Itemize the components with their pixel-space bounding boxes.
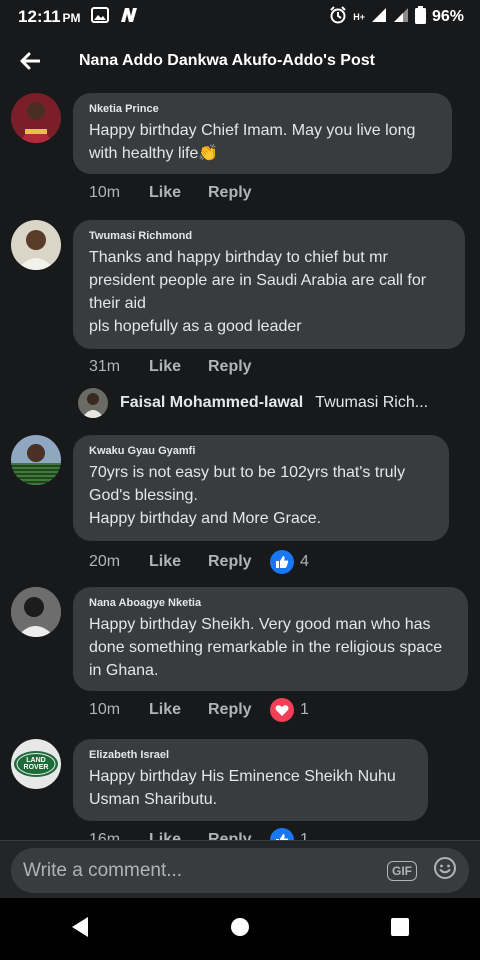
gallery-notification-icon (90, 6, 109, 28)
nav-back-button[interactable] (70, 916, 90, 943)
system-nav-bar (0, 898, 480, 960)
reply-button[interactable]: Reply (208, 831, 270, 840)
nav-recents-button[interactable] (390, 917, 410, 942)
like-button[interactable]: Like (149, 831, 208, 840)
page-title: Nana Addo Dankwa Akufo-Addo's Post (79, 52, 375, 69)
reaction-count[interactable]: 1 (270, 828, 309, 840)
like-reaction-icon (270, 828, 294, 840)
comments-list[interactable]: Nketia Prince Happy birthday Chief Imam.… (0, 88, 480, 840)
comment-author[interactable]: Elizabeth Israel (89, 749, 412, 761)
back-button[interactable] (0, 34, 60, 88)
like-button[interactable]: Like (149, 701, 208, 719)
avatar[interactable] (11, 93, 61, 143)
emoji-button[interactable] (433, 856, 457, 885)
reply-button[interactable]: Reply (208, 184, 270, 202)
comment-time: 10m (89, 184, 121, 201)
comment-actions: 10m Like Reply 1 (89, 698, 309, 722)
reply-button[interactable]: Reply (208, 358, 270, 376)
like-button[interactable]: Like (149, 553, 208, 571)
app-notification-icon (119, 7, 139, 28)
avatar[interactable] (11, 220, 61, 270)
comment-time: 16m (89, 831, 121, 840)
comment-author[interactable]: Kwaku Gyau Gyamfi (89, 445, 433, 457)
heart-reaction-icon (270, 698, 294, 722)
emoji-icon (434, 857, 456, 879)
comment-text: 70yrs is not easy but to be 102yrs that'… (89, 464, 406, 527)
signal-icon-2 (393, 7, 409, 28)
reply-author[interactable]: Faisal Mohammed-lawal (120, 394, 303, 412)
avatar[interactable] (11, 587, 61, 637)
svg-text:LAND: LAND (26, 757, 45, 764)
back-arrow-icon (20, 52, 40, 70)
app-bar: Nana Addo Dankwa Akufo-Addo's Post (0, 34, 480, 88)
like-reaction-icon (270, 550, 294, 574)
comment-author[interactable]: Nana Aboagye Nketia (89, 597, 452, 609)
reaction-count[interactable]: 1 (270, 698, 309, 722)
home-circle-icon (231, 917, 249, 936)
comment-text: Happy birthday Sheikh. Very good man who… (89, 616, 443, 679)
avatar[interactable]: LAND ROVER (11, 739, 61, 789)
avatar[interactable] (11, 435, 61, 485)
svg-text:ROVER: ROVER (24, 764, 49, 771)
comment-bubble[interactable]: Nana Aboagye Nketia Happy birthday Sheik… (73, 587, 468, 691)
comment-time: 10m (89, 701, 121, 718)
comment-actions: 31m Like Reply (89, 358, 270, 376)
reply-snippet: Twumasi Rich... (315, 394, 429, 411)
comment-actions: 10m Like Reply (89, 184, 270, 202)
gif-button[interactable]: GIF (387, 860, 417, 881)
reply-preview[interactable]: Faisal Mohammed-lawal Twumasi Rich... (78, 388, 428, 418)
comment-actions: 20m Like Reply 4 (89, 550, 309, 574)
reply-button[interactable]: Reply (208, 553, 270, 571)
comment-text: Happy birthday Chief Imam. May you live … (89, 122, 416, 162)
like-button[interactable]: Like (149, 358, 208, 376)
comment-bubble[interactable]: Kwaku Gyau Gyamfi 70yrs is not easy but … (73, 435, 449, 541)
recents-square-icon (391, 917, 409, 936)
alarm-icon (329, 5, 347, 29)
status-bar: 12:11 PM H+ 96% (0, 0, 480, 34)
comment-author[interactable]: Twumasi Richmond (89, 230, 449, 242)
comment-time: 31m (89, 358, 121, 375)
reply-avatar (78, 388, 108, 418)
comment-text: Happy birthday His Eminence Sheikh Nuhu … (89, 768, 396, 808)
network-type: H+ (353, 12, 365, 22)
comment-bubble[interactable]: Nketia Prince Happy birthday Chief Imam.… (73, 93, 452, 174)
comment-actions: 16m Like Reply 1 (89, 828, 309, 840)
status-time: 12:11 PM (18, 7, 81, 26)
battery-icon (414, 5, 426, 29)
clap-emoji: 👏 (198, 145, 219, 162)
comment-composer[interactable]: GIF (11, 848, 469, 893)
reply-button[interactable]: Reply (208, 701, 270, 719)
back-triangle-icon (72, 916, 88, 937)
comment-time: 20m (89, 553, 121, 570)
signal-icon (371, 7, 387, 28)
comment-text: Thanks and happy birthday to chief but m… (89, 249, 427, 335)
nav-home-button[interactable] (230, 917, 250, 942)
comment-author[interactable]: Nketia Prince (89, 103, 436, 115)
comment-bubble[interactable]: Twumasi Richmond Thanks and happy birthd… (73, 220, 465, 349)
comment-bubble[interactable]: Elizabeth Israel Happy birthday His Emin… (73, 739, 428, 821)
reaction-count[interactable]: 4 (270, 550, 309, 574)
like-button[interactable]: Like (149, 184, 208, 202)
comment-input[interactable] (21, 858, 387, 883)
battery-level: 96% (431, 8, 464, 25)
composer-bar: GIF (0, 840, 480, 899)
